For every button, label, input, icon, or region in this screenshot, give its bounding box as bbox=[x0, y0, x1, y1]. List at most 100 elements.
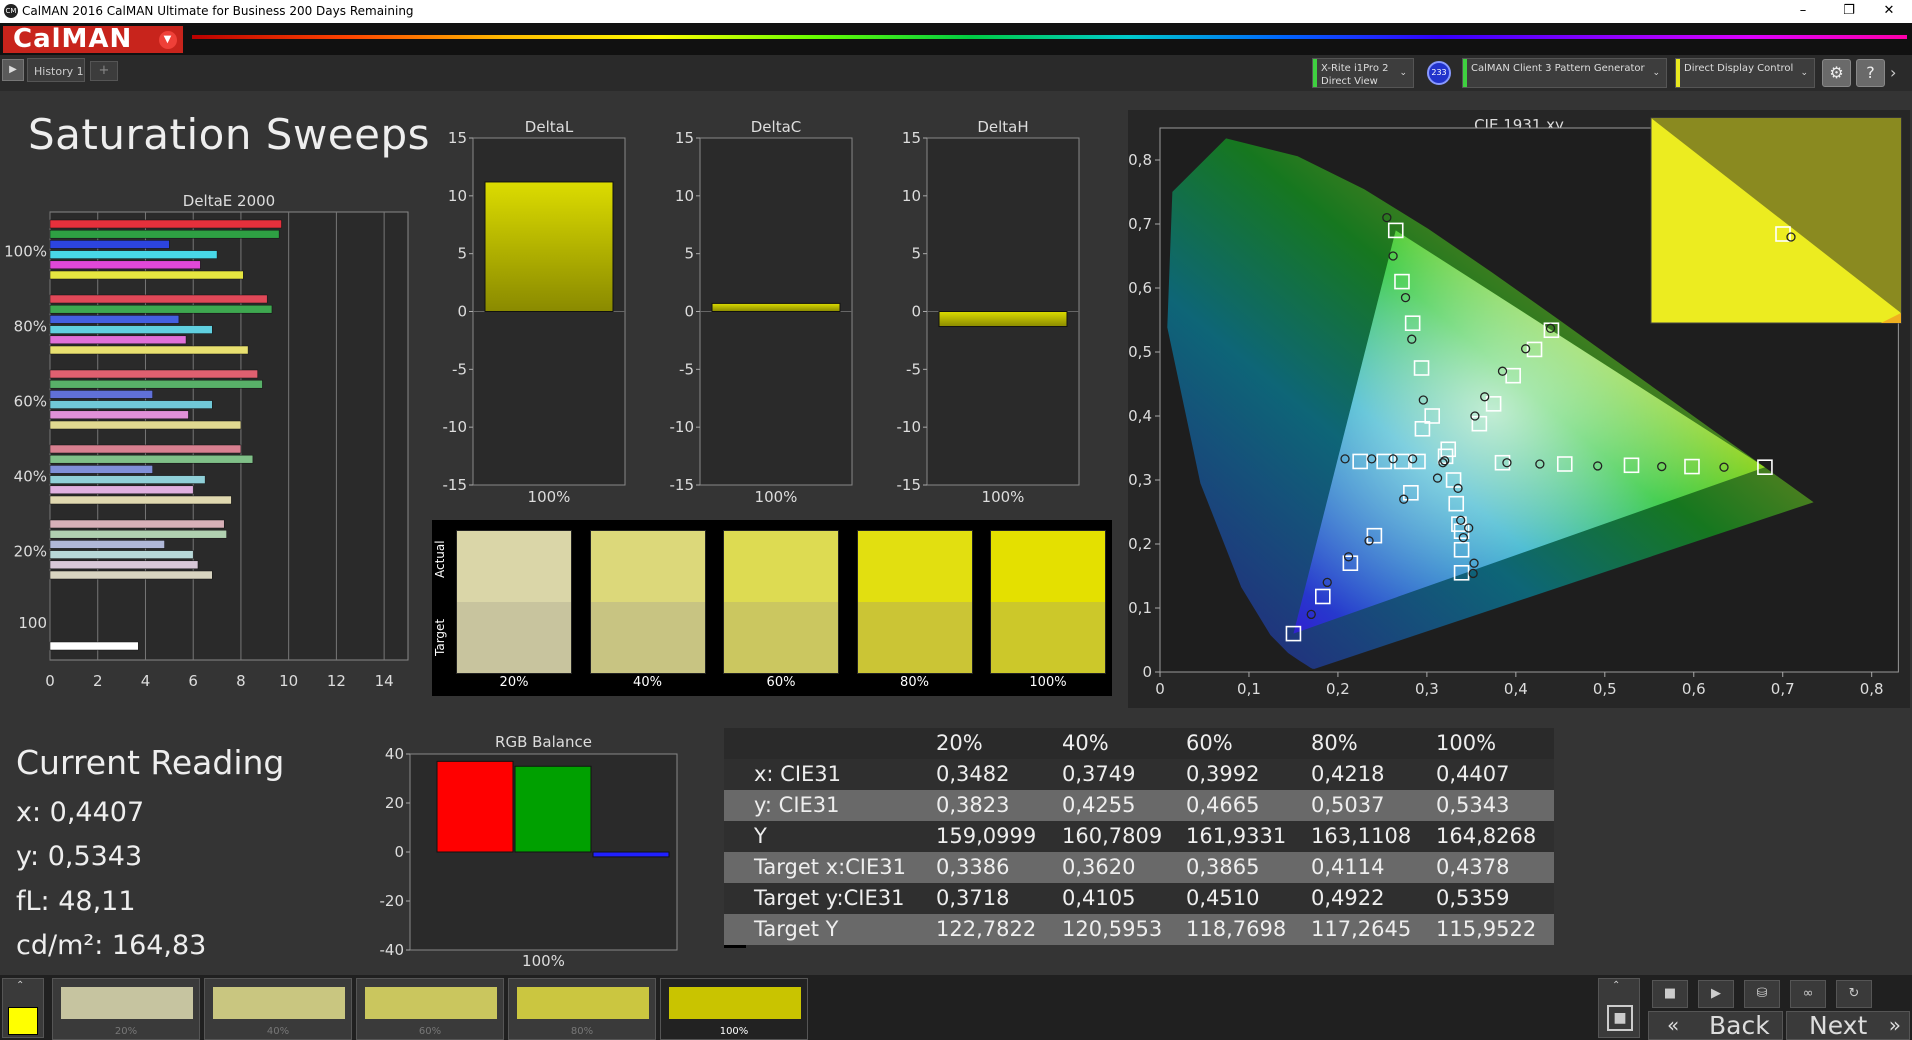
delta-tick-label: -5 bbox=[452, 360, 467, 378]
bottom-swatch-label: 100% bbox=[719, 1026, 749, 1037]
table-row-label: x: CIE31 bbox=[754, 762, 842, 786]
deltae-bar bbox=[49, 529, 227, 539]
bottom-swatch-button[interactable]: 20% bbox=[52, 978, 200, 1040]
chevron-down-icon: ⌄ bbox=[1399, 68, 1407, 78]
logo-text: CalMAN bbox=[13, 24, 133, 54]
rgb-balance-chart: RGB Balance 40 20 0 -20 -40 100% bbox=[380, 733, 678, 970]
cie-x-tick-label: 0,2 bbox=[1326, 680, 1350, 698]
delta-tick-label: -10 bbox=[670, 418, 695, 436]
meter-selector[interactable]: X-Rite i1Pro 2 Direct View ⌄ bbox=[1312, 58, 1414, 88]
actual-label: Actual bbox=[433, 540, 447, 578]
generator-selector[interactable]: CalMAN Client 3 Pattern Generator ⌄ bbox=[1462, 58, 1667, 88]
swatch-actual bbox=[590, 531, 705, 602]
table-row-label: Target x:CIE31 bbox=[754, 855, 906, 879]
bottom-swatch-button[interactable]: 80% bbox=[508, 978, 656, 1040]
close-button[interactable]: ✕ bbox=[1866, 0, 1912, 23]
back-arrow-icon: « bbox=[1667, 1013, 1680, 1037]
deltae-group-label: 40% bbox=[14, 468, 47, 486]
deltae-bar bbox=[49, 304, 273, 314]
delta-title: DeltaL bbox=[525, 118, 574, 136]
table-cell: 160,7809 bbox=[1062, 824, 1163, 848]
refresh-button[interactable]: ↻ bbox=[1836, 980, 1872, 1008]
bottom-swatch-button[interactable]: 40% bbox=[204, 978, 352, 1040]
swatch-target bbox=[857, 602, 972, 673]
deltae-tick-label: 14 bbox=[375, 672, 394, 690]
table-cell: 0,4114 bbox=[1311, 855, 1385, 879]
stop-button[interactable]: ■ bbox=[1652, 980, 1688, 1008]
calman-menu-button[interactable]: CalMAN ▼ bbox=[3, 26, 183, 53]
deltae-tick-label: 10 bbox=[279, 672, 298, 690]
delta-tick-label: -15 bbox=[443, 476, 468, 494]
rgb-x-label: 100% bbox=[522, 952, 565, 970]
table-cell: 0,3749 bbox=[1062, 762, 1136, 786]
cie-y-tick-label: 0,7 bbox=[1128, 215, 1152, 233]
deltae-bar bbox=[49, 454, 254, 464]
history-play-button[interactable]: ▶ bbox=[2, 59, 24, 81]
bottom-swatch-label: 20% bbox=[114, 1026, 138, 1037]
bottom-swatch-button[interactable]: 60% bbox=[356, 978, 504, 1040]
help-icon: ? bbox=[1866, 63, 1875, 82]
deltae-bar bbox=[49, 485, 194, 495]
table-cell: 117,2645 bbox=[1311, 917, 1412, 941]
meter-name: X-Rite i1Pro 2 bbox=[1321, 63, 1389, 74]
deltae-group-label: 80% bbox=[14, 318, 47, 336]
minimize-button[interactable]: – bbox=[1780, 0, 1826, 23]
bottom-swatch-color bbox=[365, 987, 497, 1019]
cie-y-tick-label: 0,1 bbox=[1128, 599, 1152, 617]
deltae-bar bbox=[49, 345, 249, 355]
deltae-bar bbox=[49, 495, 232, 505]
table-row-label: Y bbox=[754, 824, 767, 848]
table-row: Target Y 122,7822 120,5953 118,7698 117,2645… bbox=[724, 914, 1554, 945]
chevron-right-icon[interactable]: › bbox=[1890, 63, 1896, 82]
swatch-label: 40% bbox=[633, 675, 662, 690]
cie-x-tick-label: 0,7 bbox=[1771, 680, 1795, 698]
bottom-swatch-label: 80% bbox=[570, 1026, 594, 1037]
deltae-bar bbox=[49, 475, 206, 484]
reading-y: y: 0,5343 bbox=[16, 841, 143, 872]
next-label: Next bbox=[1809, 1011, 1868, 1040]
bottom-swatch-button[interactable]: 100% bbox=[660, 978, 808, 1040]
delta-tick-label: 5 bbox=[457, 245, 467, 263]
loop-button[interactable]: ∞ bbox=[1790, 980, 1826, 1008]
swatch-pair bbox=[856, 530, 973, 674]
title-bar: CM CalMAN 2016 CalMAN Ultimate for Busin… bbox=[0, 0, 1912, 23]
meter-badge[interactable]: 233 bbox=[1427, 61, 1451, 85]
delta-tick-label: 15 bbox=[675, 129, 694, 147]
deltae-tick-label: 12 bbox=[327, 672, 346, 690]
deltae-bar bbox=[49, 400, 213, 409]
cie-y-tick-label: 0,4 bbox=[1128, 407, 1152, 425]
settings-button[interactable]: ⚙ bbox=[1822, 59, 1851, 87]
deltae-bar bbox=[49, 219, 282, 229]
table-cell: 164,8268 bbox=[1436, 824, 1537, 848]
delta-tick-label: -15 bbox=[897, 476, 922, 494]
bottom-bar: ⌃ 20% 40% 60% 80% 100% ⌃ ■ ■ ▶ ⛁ ∞ ↻ «Back Next » bbox=[0, 975, 1912, 1040]
current-color-tile[interactable]: ⌃ bbox=[2, 978, 44, 1038]
table-cell: 0,4510 bbox=[1186, 886, 1260, 910]
delta-title: DeltaC bbox=[751, 118, 802, 136]
play-button[interactable]: ▶ bbox=[1698, 980, 1734, 1008]
delta-tick-label: 15 bbox=[448, 129, 467, 147]
display-selector[interactable]: Direct Display Control ⌄ bbox=[1675, 58, 1815, 88]
next-arrow-icon: » bbox=[1888, 1013, 1901, 1037]
save-button[interactable]: ⛁ bbox=[1744, 980, 1780, 1008]
table-cell: 159,0999 bbox=[936, 824, 1037, 848]
table-cell: 115,9522 bbox=[1436, 917, 1537, 941]
back-button[interactable]: « Back bbox=[1648, 1011, 1783, 1040]
deltae-bar bbox=[49, 420, 242, 430]
deltae-bar bbox=[49, 369, 258, 379]
delta-tick-label: 0 bbox=[684, 303, 694, 321]
deltae-2000-chart: DeltaE 2000 0 2 4 6 8 10 12 14 100% 80% 60% 40% 20% 10… bbox=[4, 192, 409, 690]
table-column-header: 80% bbox=[1311, 731, 1358, 755]
stop-control[interactable]: ⌃ ■ bbox=[1598, 978, 1640, 1038]
next-button[interactable]: Next » bbox=[1786, 1011, 1910, 1040]
bottom-swatch-color bbox=[669, 987, 801, 1019]
reading-fl: fL: 48,11 bbox=[16, 886, 136, 917]
table-cell: 0,5343 bbox=[1436, 793, 1510, 817]
history-bar: ▶ History 1 + X-Rite i1Pro 2 Direct View ⌄… bbox=[0, 55, 1912, 91]
bottom-swatch-color bbox=[61, 987, 193, 1019]
delta-x-label: 100% bbox=[528, 488, 571, 506]
help-button[interactable]: ? bbox=[1856, 59, 1885, 87]
delta-title: DeltaH bbox=[977, 118, 1028, 136]
tab-history-1[interactable]: History 1 bbox=[27, 58, 85, 82]
add-tab-button[interactable]: + bbox=[90, 61, 118, 81]
